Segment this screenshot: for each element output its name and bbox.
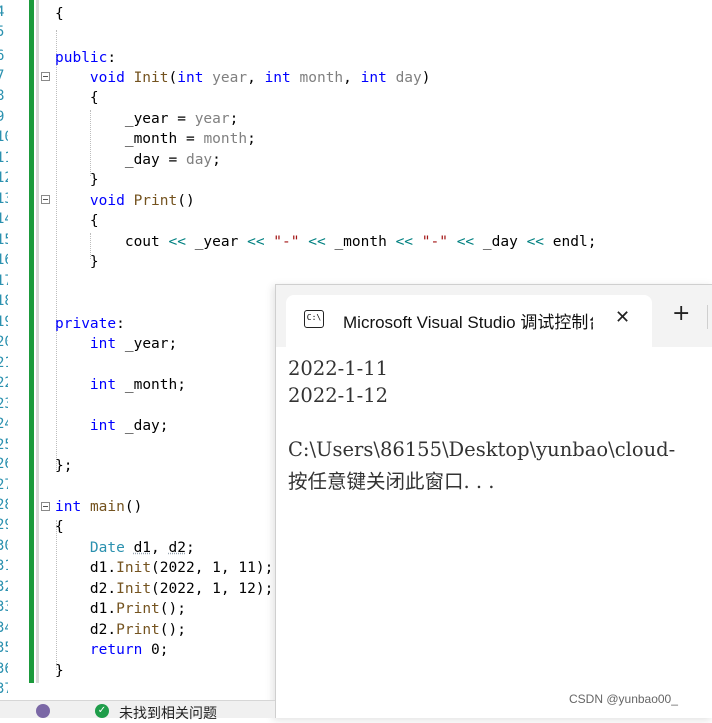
line-number: 12 — [0, 170, 8, 186]
code-line: _month = month; — [124, 131, 256, 147]
line-number: 31 — [0, 558, 8, 574]
code-line: { — [55, 519, 64, 535]
line-number: 35 — [0, 640, 8, 656]
line-number: 20 — [0, 334, 8, 350]
line-number: 4 — [0, 4, 5, 20]
code-line: int main() — [55, 499, 143, 515]
code-line: _year = year; — [124, 111, 239, 127]
line-number: 24 — [0, 416, 8, 432]
fold-main-icon[interactable] — [41, 502, 50, 511]
status-bar: ✓ 未找到相关问题 — [0, 700, 275, 722]
code-line: { — [89, 90, 99, 106]
line-number: 5 — [0, 24, 5, 40]
line-number: 14 — [0, 211, 8, 227]
line-number: 10 — [0, 129, 8, 145]
watermark: CSDN @yunbao00_ — [569, 692, 678, 706]
change-tracking-bar — [29, 0, 34, 683]
console-output-line: 2022-1-11 — [288, 357, 389, 380]
code-line: public: — [55, 50, 117, 66]
copilot-icon[interactable] — [36, 704, 50, 718]
code-line: int _month; — [89, 377, 186, 393]
code-line: _day = day; — [124, 152, 221, 168]
line-number: 8 — [0, 88, 5, 104]
code-line: d2.Print(); — [89, 622, 186, 638]
code-line: return 0; — [89, 642, 169, 658]
line-number: 32 — [0, 579, 8, 595]
line-number: 17 — [0, 273, 8, 289]
line-number: 37 — [0, 681, 8, 697]
line-number: 18 — [0, 293, 8, 309]
line-number: 19 — [0, 314, 8, 330]
console-tab[interactable]: C:\ Microsoft Visual Studio 调试控制台 ✕ — [286, 295, 652, 347]
code-line: { — [89, 213, 99, 229]
line-number: 33 — [0, 599, 8, 615]
line-number: 26 — [0, 456, 8, 472]
line-number: 25 — [0, 437, 8, 453]
status-message[interactable]: 未找到相关问题 — [119, 703, 217, 723]
code-line: } — [89, 172, 99, 188]
fold-print-icon[interactable] — [41, 195, 50, 204]
line-number: 36 — [0, 661, 8, 677]
code-line: Date d1, d2; — [89, 540, 195, 556]
code-line: void Print() — [89, 193, 195, 209]
code-line: { — [55, 6, 64, 22]
code-line: private: — [55, 316, 125, 332]
line-number: 27 — [0, 477, 8, 493]
line-number: 9 — [0, 109, 5, 125]
code-line: int _day; — [89, 418, 169, 434]
console-tab-title: Microsoft Visual Studio 调试控制台 — [343, 313, 593, 332]
code-line: cout << _year << "-" << _month << "-" <<… — [124, 234, 597, 250]
line-number: 13 — [0, 191, 8, 207]
line-number: 21 — [0, 355, 8, 371]
gutter-margin — [36, 0, 39, 683]
line-number: 34 — [0, 620, 8, 636]
new-tab-plus-icon[interactable]: + — [672, 303, 690, 325]
line-number: 30 — [0, 538, 8, 554]
code-line: d1.Print(); — [89, 601, 186, 617]
fold-init-icon[interactable] — [41, 72, 50, 81]
code-line: } — [89, 254, 99, 270]
console-output-line: 按任意键关闭此窗口. . . — [288, 470, 495, 493]
line-number: 15 — [0, 232, 8, 248]
code-line: d2.Init(2022, 1, 12); — [89, 581, 274, 597]
code-line: }; — [55, 458, 73, 474]
line-number: 16 — [0, 252, 8, 268]
terminal-icon: C:\ — [304, 310, 324, 328]
code-line: } — [55, 663, 64, 679]
check-circle-icon: ✓ — [95, 704, 109, 718]
line-number: 6 — [0, 48, 5, 64]
code-line: int _year; — [89, 336, 178, 352]
console-output-line: C:\Users\86155\Desktop\yunbao\cloud- — [288, 438, 676, 461]
line-number: 28 — [0, 497, 8, 513]
code-line: d1.Init(2022, 1, 11); — [89, 560, 274, 576]
line-number: 11 — [0, 150, 8, 166]
tab-divider — [707, 305, 708, 329]
close-icon[interactable]: ✕ — [615, 307, 630, 328]
line-number: 22 — [0, 375, 8, 391]
console-output-line: 2022-1-12 — [288, 384, 389, 407]
debug-console-window[interactable]: C:\ Microsoft Visual Studio 调试控制台 ✕ + 20… — [275, 284, 712, 718]
code-line: void Init(int year, int month, int day) — [89, 70, 431, 86]
line-number: 23 — [0, 396, 8, 412]
console-tab-bar: C:\ Microsoft Visual Studio 调试控制台 ✕ + — [276, 285, 712, 347]
line-number: 29 — [0, 517, 8, 533]
line-number: 7 — [0, 68, 5, 84]
